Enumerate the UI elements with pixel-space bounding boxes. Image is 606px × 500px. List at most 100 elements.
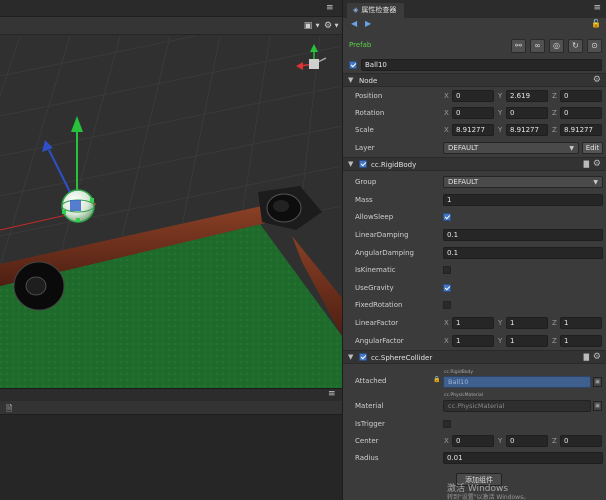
center-z-field[interactable]: 0 xyxy=(560,435,602,447)
allow-sleep-checkbox[interactable] xyxy=(443,213,451,221)
is-kinematic-row: IsKinematic xyxy=(343,262,606,278)
allow-sleep-label: AllowSleep xyxy=(355,213,394,221)
sphere-collider-section-header[interactable]: ▼ cc.SphereCollider ▇ ⚙ xyxy=(343,350,606,364)
scene-toolbar: ▣ ▼ ⚙ ▼ xyxy=(0,17,342,35)
prefab-toolbar: Prefab ⚯ ∞ ◎ ↻ ⊙ xyxy=(343,36,606,56)
clear-log-icon[interactable]: 🗎 xyxy=(6,403,12,417)
angular-factor-y-field[interactable]: 1 xyxy=(506,335,548,347)
axis-x-label: X xyxy=(444,109,449,117)
pocket-corner xyxy=(258,186,322,230)
angular-damping-field[interactable]: 0.1 xyxy=(443,247,603,259)
gear-icon[interactable]: ⚙ xyxy=(593,159,601,169)
rigidbody-section-header[interactable]: ▼ cc.RigidBody ▇ ⚙ xyxy=(343,157,606,171)
rotation-x-field[interactable]: 0 xyxy=(452,107,494,119)
node-name-row: Ball10 xyxy=(343,58,606,72)
sphere-collider-enabled-checkbox[interactable] xyxy=(359,353,367,361)
mass-field[interactable]: 1 xyxy=(443,194,603,206)
fixed-rotation-row: FixedRotation xyxy=(343,297,606,313)
scene-title-bar: ≡ xyxy=(0,0,342,17)
pocket-side xyxy=(13,261,65,311)
panel-menu-icon[interactable]: ≡ xyxy=(326,1,334,15)
locate-ref-icon[interactable]: ▣ xyxy=(593,401,602,411)
revert-prefab-icon[interactable]: ↻ xyxy=(568,39,583,53)
center-x-field[interactable]: 0 xyxy=(452,435,494,447)
linear-factor-z-field[interactable]: 1 xyxy=(560,317,602,329)
scale-x-field[interactable]: 8.91277 xyxy=(452,124,494,136)
forward-arrow-icon[interactable]: ▶ xyxy=(365,19,371,28)
is-trigger-row: IsTrigger xyxy=(343,416,606,432)
material-ref-field[interactable]: cc.PhysicMaterial xyxy=(443,400,591,412)
axis-y-label: Y xyxy=(498,92,503,100)
node-section-title: Node xyxy=(359,77,378,85)
locate-prefab-icon[interactable]: ◎ xyxy=(549,39,564,53)
fixed-rotation-label: FixedRotation xyxy=(355,301,403,309)
scale-row: Scale X 8.91277 Y 8.91277 Z 8.91277 xyxy=(343,122,606,138)
chevron-down-icon[interactable]: ▼ xyxy=(315,19,320,33)
position-z-field[interactable]: 0 xyxy=(560,90,602,102)
group-dropdown[interactable]: DEFAULT ▼ xyxy=(443,176,603,188)
collapse-arrow-icon[interactable]: ▼ xyxy=(348,160,353,168)
axis-x-label: X xyxy=(444,337,449,345)
layer-label: Layer xyxy=(355,144,375,152)
use-gravity-checkbox[interactable] xyxy=(443,284,451,292)
angular-factor-z-field[interactable]: 1 xyxy=(560,335,602,347)
attached-row: Attached 🔒 cc.RigidBody Ball10 ▣ xyxy=(343,370,606,390)
prefab-label: Prefab xyxy=(349,41,372,49)
position-row: Position X 0 Y 2.619 Z 0 xyxy=(343,88,606,104)
apply-prefab-icon[interactable]: ⊙ xyxy=(587,39,602,53)
position-y-field[interactable]: 2.619 xyxy=(506,90,548,102)
unlink-prefab-icon[interactable]: ⚯ xyxy=(511,39,526,53)
use-gravity-row: UseGravity xyxy=(343,280,606,296)
attached-ref-field[interactable]: Ball10 xyxy=(443,376,591,388)
locate-ref-icon[interactable]: ▣ xyxy=(593,377,602,387)
linear-damping-field[interactable]: 0.1 xyxy=(443,229,603,241)
chevron-down-icon[interactable]: ▼ xyxy=(334,19,339,33)
node-name-field[interactable]: Ball10 xyxy=(361,59,602,71)
rotation-label: Rotation xyxy=(355,109,385,117)
scale-y-field[interactable]: 8.91277 xyxy=(506,124,548,136)
node-section-header[interactable]: ▼ Node ⚙ xyxy=(343,73,606,87)
panel-menu-icon[interactable]: ≡ xyxy=(593,3,601,13)
fixed-rotation-checkbox[interactable] xyxy=(443,301,451,309)
rotation-y-field[interactable]: 0 xyxy=(506,107,548,119)
radius-row: Radius 0.01 xyxy=(343,450,606,466)
group-value: DEFAULT xyxy=(448,178,479,186)
linear-factor-y-field[interactable]: 1 xyxy=(506,317,548,329)
linear-factor-x-field[interactable]: 1 xyxy=(452,317,494,329)
gear-icon[interactable]: ⚙ xyxy=(322,19,334,33)
layer-dropdown[interactable]: DEFAULT ▼ xyxy=(443,142,579,154)
scale-z-field[interactable]: 8.91277 xyxy=(560,124,602,136)
collapse-arrow-icon[interactable]: ▼ xyxy=(348,353,353,361)
scene-canvas[interactable] xyxy=(0,36,342,388)
node-active-checkbox[interactable] xyxy=(349,61,357,69)
lock-icon[interactable]: 🔓 xyxy=(591,19,601,28)
link-prefab-icon[interactable]: ∞ xyxy=(530,39,545,53)
back-arrow-icon[interactable]: ◀ xyxy=(351,19,357,28)
axis-x-label: X xyxy=(444,92,449,100)
ball-10 xyxy=(61,189,95,223)
attached-type-tag: cc.RigidBody xyxy=(444,370,474,375)
console-title-bar: ≡ xyxy=(0,389,342,401)
gear-icon[interactable]: ⚙ xyxy=(593,352,601,362)
position-x-field[interactable]: 0 xyxy=(452,90,494,102)
is-trigger-checkbox[interactable] xyxy=(443,420,451,428)
radius-field[interactable]: 0.01 xyxy=(443,452,603,464)
camera-view-icon[interactable]: ▣ xyxy=(302,19,314,33)
scene-view[interactable]: ≡ ▣ ▼ ⚙ ▼ xyxy=(0,0,342,388)
help-book-icon[interactable]: ▇ xyxy=(584,353,589,361)
panel-menu-icon[interactable]: ≡ xyxy=(328,389,336,399)
collapse-arrow-icon[interactable]: ▼ xyxy=(348,76,353,84)
layer-edit-button[interactable]: Edit xyxy=(582,142,603,154)
axis-y-label: Y xyxy=(498,319,503,327)
center-y-field[interactable]: 0 xyxy=(506,435,548,447)
angular-factor-x-field[interactable]: 1 xyxy=(452,335,494,347)
rotation-z-field[interactable]: 0 xyxy=(560,107,602,119)
is-kinematic-checkbox[interactable] xyxy=(443,266,451,274)
console-toolbar: 🗎 xyxy=(0,401,342,415)
rigidbody-enabled-checkbox[interactable] xyxy=(359,160,367,168)
help-book-icon[interactable]: ▇ xyxy=(584,160,589,168)
axis-y-label: Y xyxy=(498,437,503,445)
mass-row: Mass 1 xyxy=(343,192,606,208)
gear-icon[interactable]: ⚙ xyxy=(593,75,601,85)
tab-inspector[interactable]: ◈ 属性检查器 xyxy=(347,3,405,18)
